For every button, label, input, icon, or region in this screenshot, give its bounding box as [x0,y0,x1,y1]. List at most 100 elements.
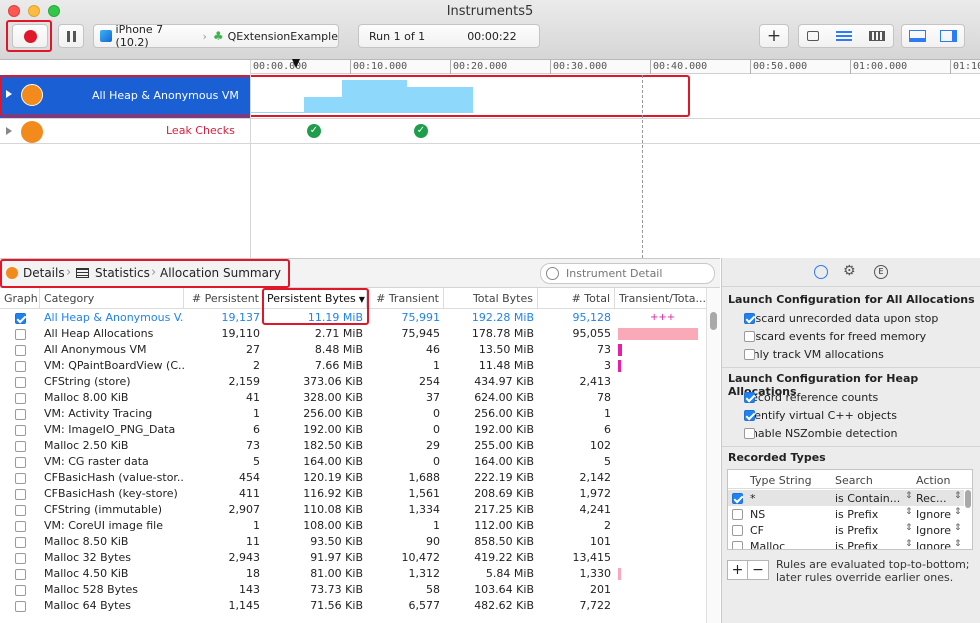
graph-checkbox[interactable] [15,377,26,388]
option-checkbox[interactable] [744,410,755,421]
popup-arrows-icon[interactable]: ⇕ [905,523,913,533]
rt-action[interactable]: Rec... [916,492,956,505]
list-icon[interactable] [835,31,852,41]
remove-rule-button[interactable]: − [748,561,768,579]
popup-arrows-icon[interactable]: ⇕ [954,539,962,549]
graph-checkbox[interactable] [15,441,26,452]
graph-checkbox[interactable] [15,409,26,420]
table-row[interactable]: VM: ImageIO_PNG_Data 6 192.00 KiB 0 192.00 K… [0,422,706,438]
table-row[interactable]: All Heap Allocations 19,110 2.71 MiB 75,945… [0,326,706,342]
option-checkbox[interactable] [744,331,755,342]
popup-arrows-icon[interactable]: ⇕ [905,507,913,517]
target-selector[interactable]: iPhone 7 (10.2) › ♣ QExtensionExample [93,23,339,49]
table-row[interactable]: Malloc 8.00 KiB 41 328.00 KiB 37 624.00 KiB 7… [0,390,706,406]
graph-checkbox[interactable] [15,489,26,500]
rt-checkbox[interactable] [732,509,743,520]
rt-column-type[interactable]: Type String [750,474,812,487]
table-row[interactable]: Malloc 8.50 KiB 11 93.50 KiB 90 858.50 KiB 10… [0,534,706,550]
graph-checkbox[interactable] [15,601,26,612]
rt-search[interactable]: is Contain... [835,492,903,505]
table-row[interactable]: CFBasicHash (key-store) 411 116.92 KiB 1,56… [0,486,706,502]
graph-checkbox[interactable] [15,505,26,516]
rt-type[interactable]: CF [750,524,830,537]
option-checkbox[interactable] [744,313,755,324]
column-header-total-bytes[interactable]: Total Bytes [444,288,538,309]
add-rule-button[interactable]: + [728,561,748,579]
timeline-ruler[interactable]: 00:00.000 00:10.000 00:20.000 00:30.000 … [250,59,980,74]
rt-column-search[interactable]: Search [835,474,873,487]
option-checkbox[interactable] [744,428,755,439]
pause-button[interactable] [58,24,84,48]
record-settings-tab-icon[interactable] [814,265,828,279]
column-header-transient-total[interactable]: Transient/Tota... [615,288,706,309]
leak-check-pass-icon[interactable]: ✓ [307,124,321,138]
option-discard-freed[interactable]: Discard events for freed memory [728,330,926,344]
graph-checkbox[interactable] [15,473,26,484]
graph-checkbox[interactable] [15,553,26,564]
option-record-refcounts[interactable]: Record reference counts [728,391,878,405]
table-row[interactable]: Malloc 2.50 KiB 73 182.50 KiB 29 255.00 KiB 1… [0,438,706,454]
detail-filter-field[interactable] [540,263,715,284]
playhead-icon[interactable] [292,59,300,68]
table-row[interactable]: CFBasicHash (value-stor... 454 120.19 KiB 1… [0,470,706,486]
table-row[interactable]: VM: Activity Tracing 1 256.00 KiB 0 256.00 K… [0,406,706,422]
rt-type[interactable]: NS [750,508,830,521]
table-row[interactable]: CFString (immutable) 2,907 110.08 KiB 1,334… [0,502,706,518]
rt-row[interactable]: CF is Prefix Ignore ⇕ ⇕ [728,522,964,538]
graph-checkbox[interactable] [15,521,26,532]
table-row[interactable]: VM: CoreUI image file 1 108.00 KiB 1 112.00 … [0,518,706,534]
table-row[interactable]: CFString (store) 2,159 373.06 KiB 254 434.97… [0,374,706,390]
rt-row[interactable]: Malloc is Prefix Ignore ⇕ ⇕ [728,538,964,549]
cpu-icon[interactable] [807,31,820,41]
rt-column-action[interactable]: Action [916,474,950,487]
graph-checkbox[interactable] [15,313,26,324]
table-row[interactable]: All Anonymous VM 27 8.48 MiB 46 13.50 MiB 73 [0,342,706,358]
leak-check-pass-icon[interactable]: ✓ [414,124,428,138]
rt-action[interactable]: Ignore [916,524,956,537]
rt-checkbox[interactable] [732,493,743,504]
filter-input[interactable] [566,266,706,281]
record-button[interactable] [12,24,48,48]
option-identify-cpp[interactable]: Identify virtual C++ objects [728,409,897,423]
column-header-category[interactable]: Category [40,288,184,309]
track-leaks[interactable]: Leak Checks ✓ ✓ [0,119,980,144]
graph-checkbox[interactable] [15,569,26,580]
option-only-vm[interactable]: Only track VM allocations [728,348,884,362]
table-scrollbar-thumb[interactable] [710,312,717,330]
graph-checkbox[interactable] [15,585,26,596]
column-header-graph[interactable]: Graph [0,288,40,309]
rt-action[interactable]: Ignore [916,540,956,549]
graph-checkbox[interactable] [15,345,26,356]
option-nszombie[interactable]: Enable NSZombie detection [728,427,897,441]
grid-icon[interactable] [868,31,885,41]
graph-checkbox[interactable] [15,329,26,340]
option-discard-unrecorded[interactable]: Discard unrecorded data upon stop [728,312,938,326]
table-scrollbar-track[interactable] [706,288,720,623]
option-checkbox[interactable] [744,349,755,360]
graph-checkbox[interactable] [15,361,26,372]
rt-row[interactable]: * is Contain... Rec... ⇕ ⇕ [728,490,964,506]
rt-search[interactable]: is Prefix [835,508,903,521]
rt-action[interactable]: Ignore [916,508,956,521]
option-checkbox[interactable] [744,392,755,403]
popup-arrows-icon[interactable]: ⇕ [954,523,962,533]
rt-scrollbar-thumb[interactable] [965,490,971,508]
graph-checkbox[interactable] [15,457,26,468]
table-row[interactable]: VM: QPaintBoardView (C... 2 7.66 MiB 1 11.48… [0,358,706,374]
popup-arrows-icon[interactable]: ⇕ [905,539,913,549]
table-row[interactable]: Malloc 528 Bytes 143 73.73 KiB 58 103.64 KiB… [0,582,706,598]
bottom-panel-toggle-icon[interactable] [909,30,926,42]
rt-checkbox[interactable] [732,541,743,549]
rt-row[interactable]: NS is Prefix Ignore ⇕ ⇕ [728,506,964,522]
track-heap-vm[interactable]: All Heap & Anonymous VM [0,75,980,118]
graph-checkbox[interactable] [15,425,26,436]
table-row[interactable]: Malloc 32 Bytes 2,943 91.97 KiB 10,472 419.2… [0,550,706,566]
popup-arrows-icon[interactable]: ⇕ [905,491,913,501]
popup-arrows-icon[interactable]: ⇕ [954,507,962,517]
table-row[interactable]: VM: CG raster data 5 164.00 KiB 0 164.00 KiB… [0,454,706,470]
graph-checkbox[interactable] [15,393,26,404]
extended-detail-tab-icon[interactable]: E [874,265,888,279]
rt-search[interactable]: is Prefix [835,524,903,537]
table-row[interactable]: Malloc 4.50 KiB 18 81.00 KiB 1,312 5.84 MiB 1… [0,566,706,582]
rt-search[interactable]: is Prefix [835,540,903,549]
